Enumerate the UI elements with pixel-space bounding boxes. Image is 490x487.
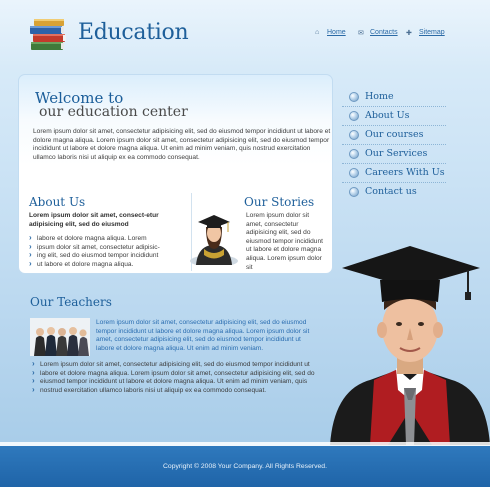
sidebar-item-careers[interactable]: Careers With Us	[342, 164, 446, 183]
sidebar-item-our-services[interactable]: Our Services	[342, 145, 446, 164]
list-item: nostrud exercitation ullamco laboris nis…	[32, 386, 322, 396]
student-photo	[190, 215, 238, 265]
welcome-panel: Welcome to our education center Lorem ip…	[18, 74, 333, 274]
bullet-icon	[349, 168, 359, 178]
list-item: ipsum dolor sit amet, consectetur adipis…	[29, 243, 179, 253]
bullet-icon	[349, 130, 359, 140]
sitemap-icon: ✚	[406, 30, 412, 37]
sidebar-item-contact-us[interactable]: Contact us	[342, 183, 446, 202]
topnav-contacts-link[interactable]: Contacts	[370, 29, 398, 36]
teachers-photo	[30, 318, 90, 356]
welcome-subtitle: our education center	[39, 104, 188, 120]
topnav-sitemap-link[interactable]: Sitemap	[419, 29, 445, 36]
list-item: ing elit, sed do eiusmod tempor incididu…	[29, 251, 179, 261]
page: Education ⌂ Home ✉ Contacts ✚ Sitemap We…	[0, 0, 490, 487]
bullet-icon	[349, 149, 359, 159]
sidebar-item-label: Contact us	[365, 186, 417, 197]
topnav-home-link[interactable]: Home	[327, 29, 346, 36]
stories-heading: Our Stories	[244, 195, 315, 209]
teachers-intro-text: Lorem ipsum dolor sit amet, consectetur …	[96, 319, 310, 352]
sidebar-item-label: About Us	[365, 110, 410, 121]
sidebar-item-label: Home	[365, 91, 394, 102]
envelope-icon: ✉	[358, 30, 364, 37]
sidebar-item-label: Careers With Us	[365, 167, 445, 178]
bullet-icon	[349, 111, 359, 121]
header: Education ⌂ Home ✉ Contacts ✚ Sitemap	[0, 0, 490, 70]
graduate-photo	[330, 246, 490, 445]
about-lead-text: Lorem ipsum dolor sit amet, consect-etur…	[29, 212, 159, 228]
sidebar-item-our-courses[interactable]: Our courses	[342, 126, 446, 145]
teachers-list: Lorem ipsum dolor sit amet, consectetur …	[32, 360, 322, 396]
home-icon: ⌂	[315, 29, 320, 36]
sidebar-item-home[interactable]: Home	[342, 88, 446, 107]
sidebar-item-about-us[interactable]: About Us	[342, 107, 446, 126]
list-item: Lorem ipsum dolor sit amet, consectetur …	[32, 360, 322, 370]
about-heading: About Us	[29, 195, 86, 209]
about-list: labore et dolore magna aliqua. Lorem ips…	[29, 234, 179, 270]
bullet-icon	[349, 187, 359, 197]
footer-copyright: Copyright © 2008 Your Company. All Right…	[163, 463, 327, 470]
list-item: labore et dolore magna aliqua. Lorem	[29, 234, 179, 244]
sidebar-item-label: Our Services	[365, 148, 428, 159]
teachers-heading: Our Teachers	[30, 295, 112, 309]
list-item: ut labore et dolore magna aliqua.	[29, 260, 179, 270]
footer: Copyright © 2008 Your Company. All Right…	[0, 446, 490, 487]
books-logo-icon	[30, 19, 66, 50]
sidebar-item-label: Our courses	[365, 129, 424, 140]
welcome-paragraph: Lorem ipsum dolor sit amet, consectetur …	[33, 128, 331, 161]
side-navigation: Home About Us Our courses Our Services C…	[342, 88, 446, 202]
list-item: eiusmod tempor incididunt ut labore et d…	[32, 377, 322, 387]
bullet-icon	[349, 92, 359, 102]
stories-text: Lorem ipsum dolor sit amet, consectetur …	[246, 212, 323, 271]
site-logo-text[interactable]: Education	[78, 20, 189, 45]
list-item: labore et dolore magna aliqua. Lorem ips…	[32, 369, 322, 379]
